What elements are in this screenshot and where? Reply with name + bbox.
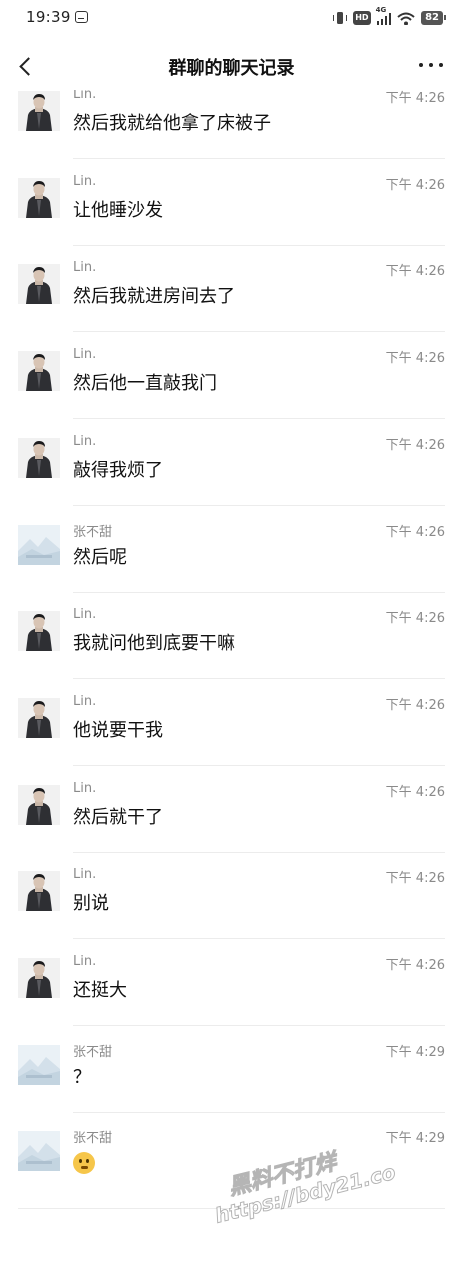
message-row[interactable]: Lin. 下午 4:26 然后他一直敲我门 xyxy=(0,347,463,434)
message-text: 然后我就进房间去了 xyxy=(73,286,235,308)
message-divider xyxy=(73,764,445,766)
landscape-avatar[interactable] xyxy=(18,524,60,565)
dizzy-face-emoji xyxy=(73,1152,95,1175)
message-row[interactable]: Lin. 下午 4:26 然后我就进房间去了 xyxy=(0,260,463,347)
message-time: 下午 4:26 xyxy=(385,524,445,540)
message-time: 下午 4:26 xyxy=(385,784,445,800)
lin-avatar[interactable] xyxy=(18,697,60,738)
message-text: 然后我就给他拿了床被子 xyxy=(73,113,271,134)
message-text: 别说 xyxy=(73,893,109,915)
message-row[interactable]: Lin. 下午 4:26 让他睡沙发 xyxy=(0,174,463,261)
sender-name: 张不甜 xyxy=(73,1044,113,1060)
wifi-icon xyxy=(397,11,415,25)
sender-name: Lin. xyxy=(73,607,97,623)
message-time: 下午 4:26 xyxy=(385,958,445,973)
message-divider xyxy=(73,244,445,246)
message-row[interactable]: 张不甜 下午 4:26 然后呢 xyxy=(0,521,463,608)
message-text: 他说要干我 xyxy=(73,719,163,741)
message-text: 然后他一直敲我门 xyxy=(73,373,217,395)
message-text: ？ xyxy=(73,1066,91,1088)
message-divider xyxy=(73,1111,445,1113)
status-time: 19:39 xyxy=(26,8,71,26)
message-divider xyxy=(73,504,445,506)
message-text: 然后就干了 xyxy=(73,806,163,828)
message-time: 下午 4:26 xyxy=(385,177,445,193)
message-time: 下午 4:26 xyxy=(385,351,445,367)
message-divider xyxy=(73,591,445,593)
lin-avatar[interactable] xyxy=(18,958,60,998)
message-text: 我就问他到底要干嘛 xyxy=(73,633,235,655)
message-time: 下午 4:29 xyxy=(385,1044,445,1060)
sender-name: 张不甜 xyxy=(73,524,113,540)
message-text xyxy=(73,1149,95,1176)
message-divider xyxy=(73,938,445,940)
message-divider xyxy=(73,418,445,420)
message-row[interactable]: Lin. 下午 4:26 他说要干我 xyxy=(0,694,463,781)
hd-icon: HD xyxy=(353,11,371,25)
landscape-avatar[interactable] xyxy=(18,1044,60,1085)
landscape-avatar[interactable] xyxy=(18,1131,60,1172)
message-row[interactable]: Lin. 下午 4:26 还挺大 xyxy=(0,954,463,1041)
sender-name: 张不甜 xyxy=(73,1131,113,1147)
nav-bar: 群聊的聊天记录 xyxy=(0,40,463,90)
message-divider xyxy=(73,158,445,159)
message-row[interactable]: Lin. 下午 4:26 敲得我烦了 xyxy=(0,434,463,521)
lin-avatar[interactable] xyxy=(18,611,60,652)
message-text: 让他睡沙发 xyxy=(73,199,163,221)
status-icons: HD 4G 82 xyxy=(333,6,446,27)
sender-name: Lin. xyxy=(73,173,97,189)
message-text: 敲得我烦了 xyxy=(73,459,163,481)
vibrate-icon xyxy=(333,11,348,25)
message-row[interactable]: Lin. 下午 4:26 我就问他到底要干嘛 xyxy=(0,607,463,694)
message-text: 还挺大 xyxy=(73,980,127,1001)
message-row[interactable]: Lin. 下午 4:26 然后就干了 xyxy=(0,781,463,868)
lin-avatar[interactable] xyxy=(18,351,60,392)
message-row[interactable]: Lin. 下午 4:26 别说 xyxy=(0,867,463,954)
message-divider xyxy=(73,1025,445,1026)
lin-avatar[interactable] xyxy=(18,264,60,305)
message-row[interactable]: Lin. 下午 4:26 然后我就给他拿了床被子 xyxy=(0,90,463,174)
message-text: 然后呢 xyxy=(73,546,127,568)
sender-name: Lin. xyxy=(73,693,97,709)
notification-app-icon xyxy=(75,11,88,23)
message-time: 下午 4:26 xyxy=(385,697,445,713)
signal-icon: 4G xyxy=(376,6,392,25)
message-divider xyxy=(73,678,445,680)
lin-avatar[interactable] xyxy=(18,437,60,478)
lin-avatar[interactable] xyxy=(18,784,60,825)
more-dots-icon[interactable] xyxy=(419,60,443,70)
sender-name: Lin. xyxy=(73,433,97,449)
sender-name: Lin. xyxy=(73,867,97,883)
message-time: 下午 4:26 xyxy=(385,871,445,887)
battery-icon: 82 xyxy=(421,11,446,25)
sender-name: Lin. xyxy=(73,954,97,969)
message-time: 下午 4:26 xyxy=(385,611,445,627)
message-divider xyxy=(73,851,445,853)
message-divider xyxy=(73,331,445,333)
list-end-divider xyxy=(18,1208,445,1209)
network-type-label: 4G xyxy=(375,5,387,14)
message-row[interactable]: 张不甜 下午 4:29 xyxy=(0,1127,463,1214)
message-time: 下午 4:29 xyxy=(385,1131,445,1147)
sender-name: Lin. xyxy=(73,260,97,276)
lin-avatar[interactable] xyxy=(18,177,60,218)
sender-name: Lin. xyxy=(73,347,97,363)
lin-avatar[interactable] xyxy=(18,91,60,131)
message-list[interactable]: Lin. 下午 4:26 然后我就给他拿了床被子 Lin. 下午 4:26 让他睡沙发 Li… xyxy=(0,90,463,1280)
message-time: 下午 4:26 xyxy=(385,91,445,106)
message-time: 下午 4:26 xyxy=(385,437,445,453)
page-title: 群聊的聊天记录 xyxy=(168,58,295,79)
sender-name: Lin. xyxy=(73,90,97,102)
message-time: 下午 4:26 xyxy=(385,264,445,280)
lin-avatar[interactable] xyxy=(18,871,60,912)
status-bar: 19:39 HD 4G 82 xyxy=(0,0,463,36)
message-row[interactable]: 张不甜 下午 4:29 ？ xyxy=(0,1041,463,1128)
sender-name: Lin. xyxy=(73,780,97,796)
